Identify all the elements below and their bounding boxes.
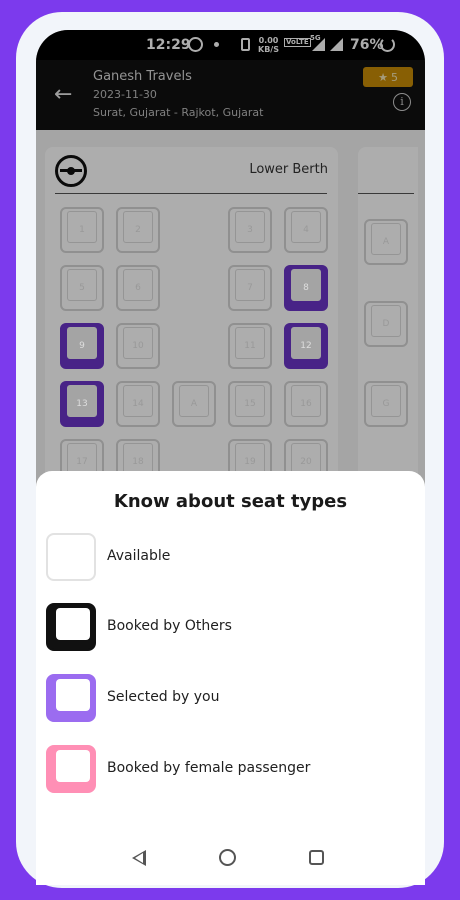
seat-number: D — [382, 319, 390, 329]
screen: 12:29 0.00 KB/S VoLTE 5G 76% ← Ganesh Tr… — [36, 30, 425, 885]
seat-number: 10 — [132, 341, 144, 351]
seat-number: 16 — [300, 399, 312, 409]
seat-number: 15 — [244, 399, 256, 409]
seat-number: 3 — [247, 225, 253, 235]
nav-back-icon[interactable] — [132, 850, 146, 866]
legend-item-available: Available — [46, 533, 406, 583]
seat-number: 12 — [300, 341, 312, 351]
selected-seat-icon — [46, 674, 96, 722]
legend-label: Selected by you — [107, 689, 220, 705]
nav-home-icon[interactable] — [219, 849, 236, 866]
seat-number: 5 — [79, 283, 85, 293]
seat-number: 4 — [303, 225, 309, 235]
system-nav-bar — [36, 830, 425, 885]
nav-recents-icon[interactable] — [309, 850, 324, 865]
seat-number: 7 — [247, 283, 253, 293]
seat-number: 20 — [300, 457, 312, 467]
seat-number: 2 — [135, 225, 141, 235]
seat-number: 17 — [76, 457, 88, 467]
seat-number: 11 — [244, 341, 256, 351]
legend-label: Booked by female passenger — [107, 760, 311, 776]
seat-number: 9 — [79, 341, 85, 351]
seat-number: 1 — [79, 225, 85, 235]
seat-number: 8 — [303, 283, 309, 293]
legend-label: Booked by Others — [107, 618, 232, 634]
seat-number: 13 — [76, 399, 88, 409]
seat-number: A — [190, 399, 198, 409]
seat-types-sheet: Know about seat types Available Booked b… — [36, 471, 425, 885]
legend-item-female: Booked by female passenger — [46, 745, 406, 795]
legend-item-selected: Selected by you — [46, 674, 406, 724]
seat-number: 14 — [132, 399, 144, 409]
sheet-title: Know about seat types — [113, 491, 348, 512]
legend-label: Available — [107, 548, 171, 564]
seat-number: 19 — [244, 457, 256, 467]
legend-item-booked-others: Booked by Others — [46, 603, 406, 653]
available-seat-icon — [46, 533, 96, 581]
female-seat-icon — [46, 745, 96, 793]
seat-number: A — [382, 237, 390, 247]
seat-number: 6 — [135, 283, 141, 293]
seat-number: 18 — [132, 457, 144, 467]
booked-seat-icon — [46, 603, 96, 651]
seat-number: G — [382, 399, 390, 409]
